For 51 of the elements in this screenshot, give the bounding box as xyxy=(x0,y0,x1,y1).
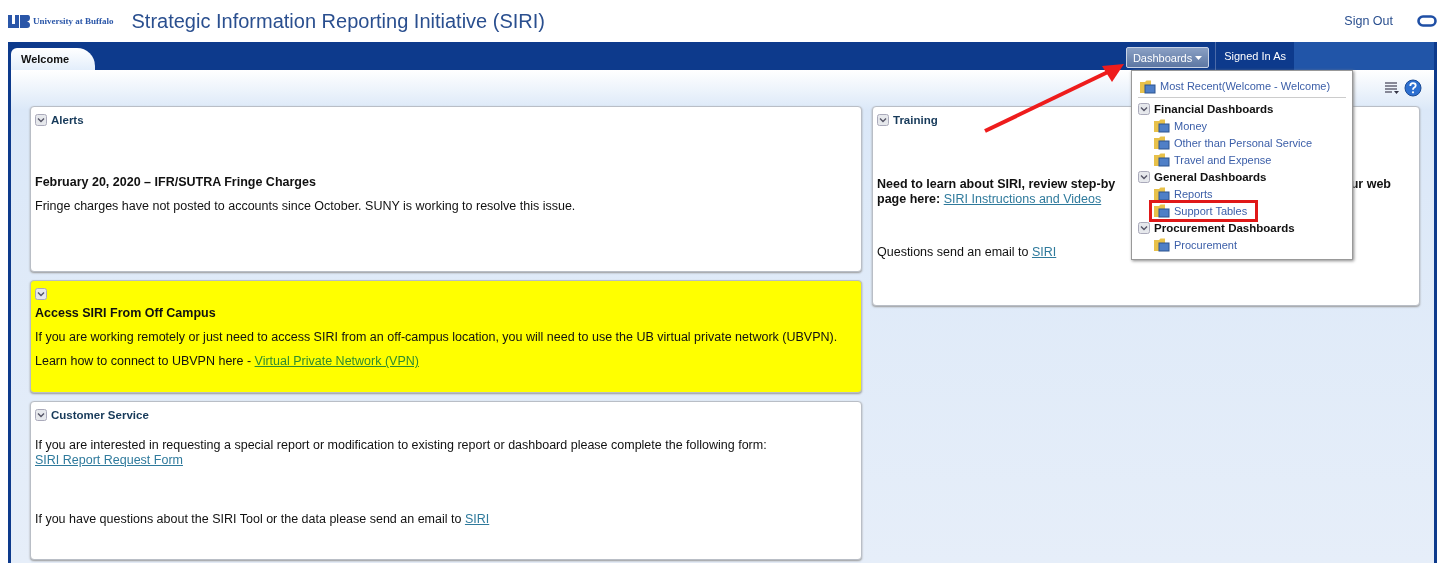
dashboard-folder-icon xyxy=(1140,78,1156,94)
menu-item[interactable]: Money xyxy=(1152,117,1216,134)
menu-item[interactable]: Most Recent(Welcome - Welcome) xyxy=(1138,78,1339,94)
menu-group-label: General Dashboards xyxy=(1154,170,1267,183)
chevron-down-icon[interactable] xyxy=(35,114,47,126)
menu-item[interactable]: Support Tables xyxy=(1152,202,1256,219)
training-link[interactable]: SIRI Instructions and Videos xyxy=(943,192,1102,206)
caret-icon xyxy=(1195,55,1203,60)
tab[interactable]: Welcome xyxy=(11,48,96,70)
alert-headline: February 20, 2020 – IFR/SUTRA Fringe Charges xyxy=(35,175,316,190)
request-text: If you are interested in requesting a special report or modification to existing report or dashboard please complete the following form: SIRI Report Request Form xyxy=(35,438,768,468)
training-link-text: page here: SIRI Instructions and Videos xyxy=(877,192,1102,207)
panel-title: Alerts xyxy=(51,114,84,126)
logo-icon xyxy=(8,14,30,28)
chevron-down-icon[interactable] xyxy=(1138,221,1150,234)
sign-out-link[interactable]: Sign Out xyxy=(1344,14,1393,28)
menu-group-label: Procurement Dashboards xyxy=(1154,221,1295,234)
training-email-text: Questions send an email to SIRI xyxy=(877,245,1057,260)
vpn-help-text: Learn how to connect to UBVPN here - Virtual Private Network (VPN) xyxy=(35,354,419,369)
chevron-down-icon[interactable] xyxy=(877,114,889,126)
menu-item[interactable]: Procurement xyxy=(1152,236,1245,253)
chevron-down-icon[interactable] xyxy=(35,288,47,300)
vpn-info-text: If you are working remotely or just need to access SIRI from an off-campus location, you will need to use the UB virtual private network (UBVPN). xyxy=(35,330,838,345)
menu-item[interactable]: Reports xyxy=(1152,185,1221,202)
request-form-link[interactable]: SIRI Report Request Form xyxy=(35,453,183,467)
logo-text: University at Buffalo xyxy=(33,16,114,26)
menu-group-label: Financial Dashboards xyxy=(1154,102,1274,115)
training-intro-text: Need to learn about SIRI, review step-by xyxy=(877,177,1116,192)
vpn-link[interactable]: Virtual Private Network (VPN) xyxy=(254,354,419,368)
menu-item[interactable]: Travel and Expense xyxy=(1152,151,1280,168)
menu-item[interactable]: Other than Personal Service xyxy=(1152,134,1321,151)
panel-title: Access SIRI From Off Campus xyxy=(35,306,216,321)
panel-title: Customer Service xyxy=(51,409,149,421)
dashboard-folder-icon xyxy=(1154,203,1170,218)
chevron-down-icon[interactable] xyxy=(1138,102,1150,115)
app-title: Strategic Information Reporting Initiative (SIRI) xyxy=(131,9,546,33)
page-options-icon[interactable] xyxy=(1384,81,1400,95)
dashboard-folder-icon xyxy=(1154,186,1170,201)
dashboard-folder-icon xyxy=(1154,152,1170,167)
dashboards-menu-button[interactable]: Dashboards xyxy=(1125,47,1210,68)
chevron-down-icon[interactable] xyxy=(35,409,47,421)
dashboard-folder-icon xyxy=(1154,118,1170,133)
panel-title: Training xyxy=(893,114,938,126)
dashboard-folder-icon xyxy=(1154,135,1170,150)
dashboard-folder-icon xyxy=(1154,237,1170,252)
help-icon[interactable] xyxy=(1404,79,1422,97)
email-link[interactable]: SIRI xyxy=(464,512,490,526)
email-text: If you have questions about the SIRI Tool or the data please send an email to SIRI xyxy=(35,512,490,527)
alert-text: Fringe charges have not posted to accounts since October. SUNY is working to resolve this issue. xyxy=(35,199,576,214)
chevron-down-icon[interactable] xyxy=(1138,170,1150,183)
training-email-link[interactable]: SIRI xyxy=(1031,245,1057,259)
